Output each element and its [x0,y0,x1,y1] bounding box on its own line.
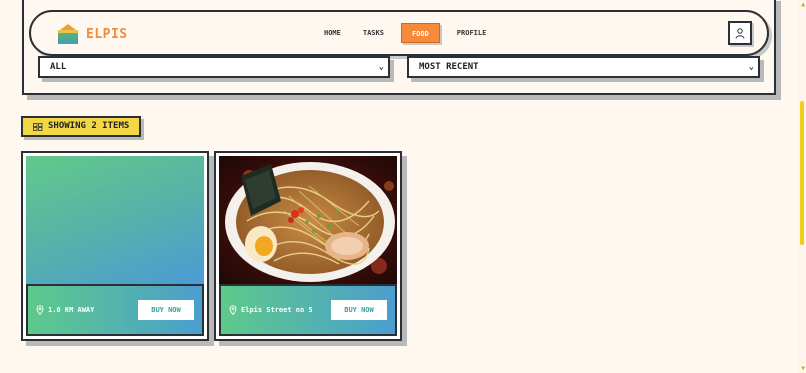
category-select[interactable]: ALL ⌄ [38,56,390,78]
card-location: Elpis Street no 5 [229,305,331,315]
scrollbar-thumb[interactable] [800,101,804,245]
scrollbar[interactable]: ▲ ▼ [798,0,806,373]
brand-name: ELPIS [86,26,128,42]
user-icon [735,27,745,39]
food-image-placeholder [26,156,204,285]
navbar: ELPIS HOME TASKS FOOD PROFILE [29,10,769,56]
card-footer: 1.0 KM AWAY BUY NOW [26,284,204,336]
nav-food[interactable]: FOOD [400,23,440,43]
map-pin-icon [36,305,44,315]
category-select-value: ALL [50,62,67,72]
sort-select[interactable]: MOST RECENT ⌄ [407,56,760,78]
nav-home[interactable]: HOME [313,23,352,43]
grid-icon [33,122,43,131]
food-card[interactable]: Elpis Street no 5 BUY NOW [214,151,402,341]
ramen-image [219,156,397,285]
nav-profile[interactable]: PROFILE [446,23,498,43]
brand[interactable]: ELPIS [58,24,128,44]
food-card[interactable]: 1.0 KM AWAY BUY NOW [21,151,209,341]
logo-icon [58,24,78,44]
card-footer: Elpis Street no 5 BUY NOW [219,284,397,336]
profile-button[interactable] [728,21,752,45]
main-nav: HOME TASKS FOOD PROFILE [313,23,497,43]
results-count-label: SHOWING 2 ITEMS [48,121,130,131]
scroll-up-arrow-icon[interactable]: ▲ [801,1,805,8]
card-location-text: Elpis Street no 5 [241,306,313,314]
sort-select-value: MOST RECENT [419,62,479,72]
chevron-down-icon: ⌄ [378,62,384,72]
ramen-photo [219,156,397,285]
map-pin-icon [229,305,237,315]
chevron-down-icon: ⌄ [748,62,754,72]
card-location-text: 1.0 KM AWAY [48,306,95,314]
card-location: 1.0 KM AWAY [36,305,138,315]
nav-tasks[interactable]: TASKS [352,23,395,43]
buy-now-button[interactable]: BUY NOW [138,300,194,320]
buy-now-button[interactable]: BUY NOW [331,300,387,320]
scroll-down-arrow-icon[interactable]: ▼ [801,365,805,372]
results-count-badge: SHOWING 2 ITEMS [21,116,142,137]
